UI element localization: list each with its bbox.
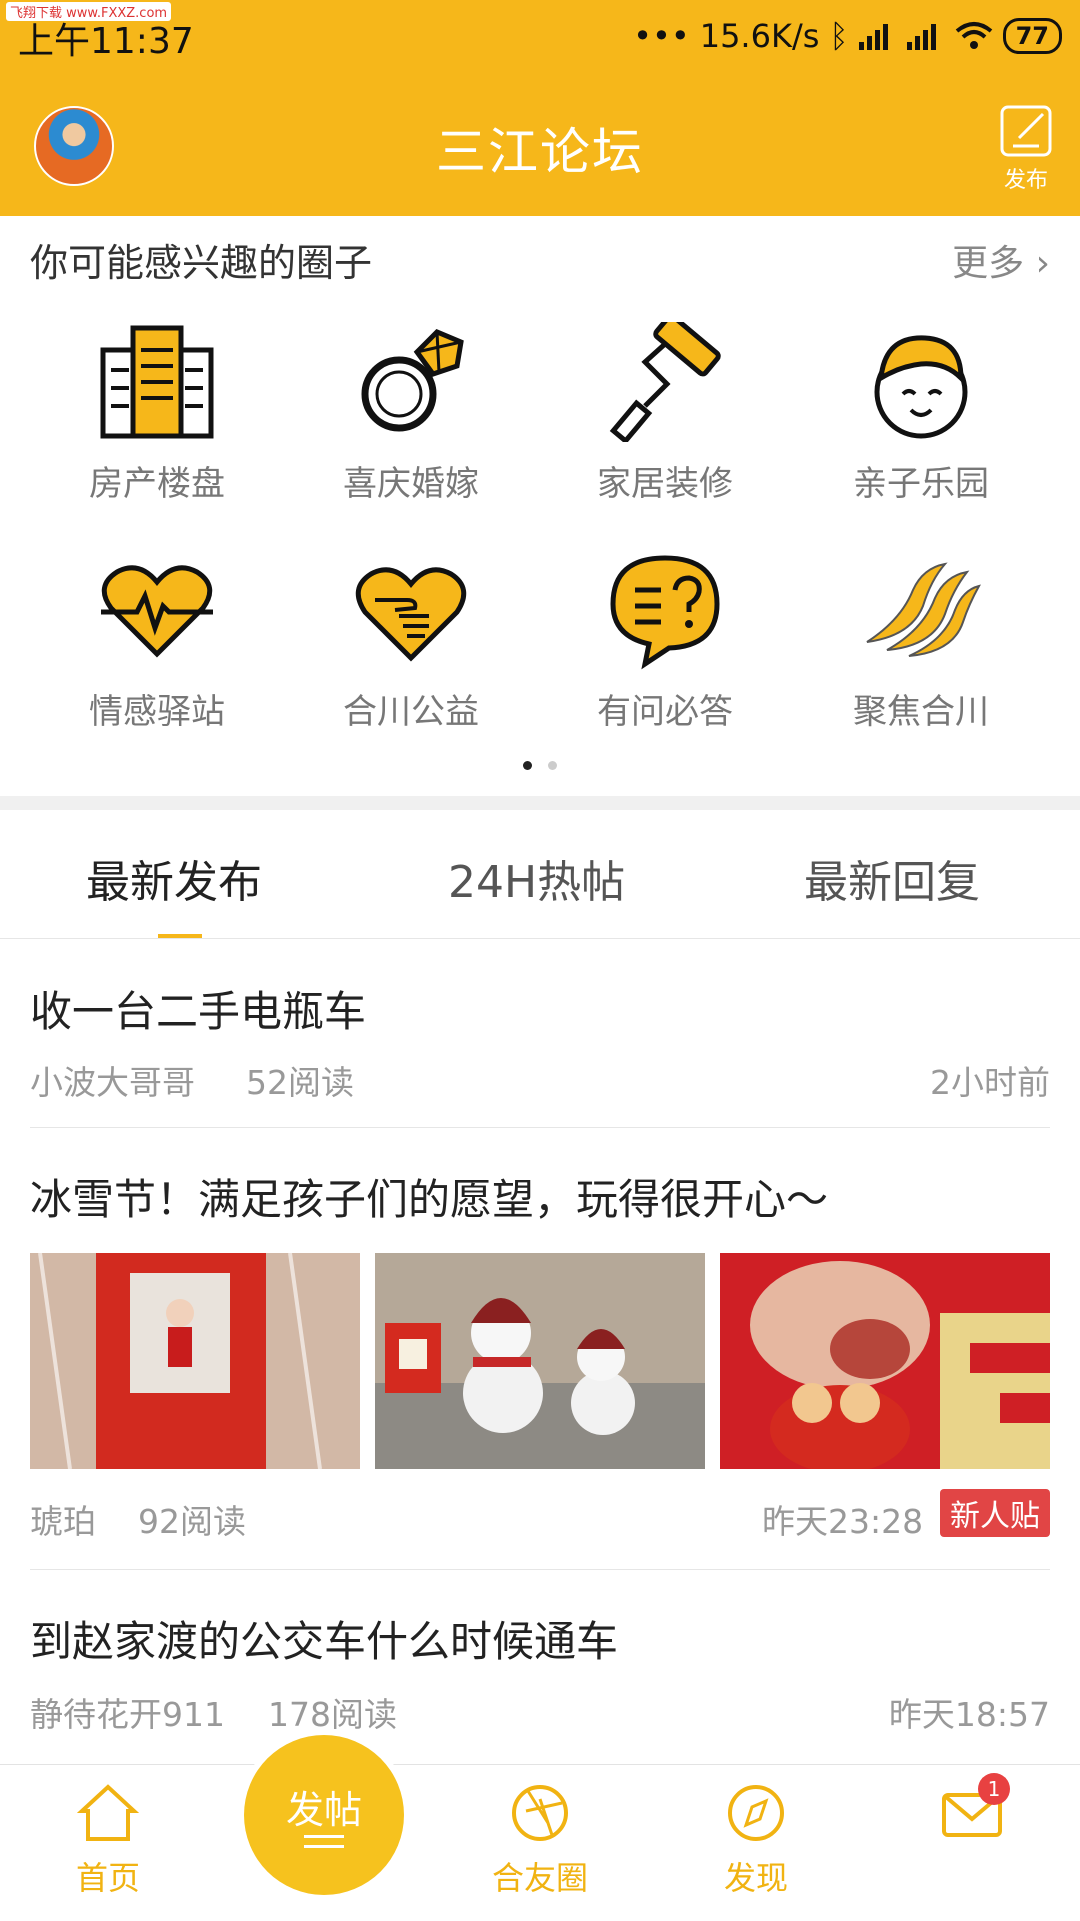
status-indicators: ••• 15.6K/s ᛒ 77 [633, 14, 1062, 58]
status-bar: 飞翔下载 www.FXXZ.com 上午11:37 ••• 15.6K/s ᛒ … [0, 0, 1080, 76]
post-image[interactable] [375, 1253, 705, 1469]
app-header: 三江论坛 发布 [0, 76, 1080, 216]
aperture-icon [512, 1785, 568, 1841]
post-reads: 52阅读 [246, 1063, 354, 1102]
more-dots-icon: ••• [633, 17, 690, 55]
circles-heading: 你可能感兴趣的圈子 [30, 241, 373, 285]
circle-label: 情感驿站 [89, 692, 225, 732]
wifi-icon [955, 22, 992, 49]
circle-label: 合川公益 [343, 692, 479, 732]
circle-label: 家居装修 [597, 464, 733, 504]
bottom-nav: 首页 合友圈 发现 1 [0, 1764, 1080, 1921]
nav-friends[interactable]: 合友圈 [470, 1783, 610, 1899]
nav-discover-label: 发现 [723, 1859, 788, 1897]
circle-item-home-decor[interactable]: 家居装修 [530, 322, 800, 505]
post-image[interactable] [720, 1253, 1050, 1469]
circle-item-qa[interactable]: 有问必答 [530, 550, 800, 733]
nav-home[interactable]: 首页 [38, 1783, 178, 1899]
post-reads: 92阅读 [138, 1502, 246, 1541]
page-title: 三江论坛 [436, 123, 644, 181]
circle-label: 房产楼盘 [89, 464, 225, 504]
battery-indicator: 77 [1002, 18, 1062, 54]
new-post-button[interactable]: 发帖 [244, 1735, 404, 1895]
circle-item-real-estate[interactable]: 房产楼盘 [22, 322, 292, 505]
question-bubble-icon [610, 555, 720, 670]
circle-label: 喜庆婚嫁 [343, 464, 479, 504]
chevron-right-icon: › [1024, 243, 1050, 284]
signal-icon-2 [906, 24, 936, 50]
nav-discover[interactable]: 发现 [686, 1783, 826, 1899]
new-user-badge: 新人贴 [940, 1489, 1050, 1537]
paint-roller-icon [609, 322, 721, 442]
circle-label: 亲子乐园 [853, 464, 989, 504]
tab-latest[interactable]: 最新发布 [86, 846, 262, 910]
divider [30, 1127, 1050, 1128]
nav-friends-label: 合友圈 [491, 1859, 588, 1897]
child-face-icon [874, 335, 968, 439]
home-icon [76, 1784, 140, 1841]
publish-button[interactable]: 发布 [996, 104, 1056, 194]
nav-messages[interactable]: 1 [902, 1773, 1042, 1853]
menu-lines-icon [304, 1835, 344, 1855]
post-time: 昨天23:28 [762, 1502, 924, 1541]
building-icon [100, 325, 214, 439]
new-post-label: 发帖 [285, 1788, 362, 1832]
network-speed: 15.6K/s [699, 17, 820, 55]
page-indicator [0, 755, 1080, 774]
post-time: 2小时前 [930, 1063, 1050, 1102]
heartbeat-icon [101, 565, 213, 658]
more-label: 更多 [952, 243, 1025, 284]
edit-icon [1000, 105, 1052, 157]
circle-item-emotion[interactable]: 情感驿站 [22, 550, 292, 733]
watermark-logo [912, 1859, 1072, 1915]
heart-hand-icon [355, 567, 467, 662]
more-link[interactable]: 更多 › [952, 234, 1050, 286]
circle-item-wedding[interactable]: 喜庆婚嫁 [276, 322, 546, 505]
circle-item-charity[interactable]: 合川公益 [276, 550, 546, 733]
signal-icon [858, 24, 888, 50]
circle-item-focus[interactable]: 聚焦合川 [786, 550, 1056, 733]
tab-latest-replies[interactable]: 最新回复 [804, 846, 980, 910]
post-title: 冰雪节！满足孩子们的愿望，玩得很开心～ [30, 1175, 829, 1224]
messages-badge: 1 [978, 1773, 1010, 1805]
post-author[interactable]: 琥珀 [30, 1495, 96, 1543]
bluetooth-icon: ᛒ [829, 17, 849, 55]
post-author[interactable]: 静待花开911 [30, 1688, 225, 1736]
compass-icon [728, 1785, 784, 1841]
page-dot-active [523, 761, 532, 770]
circle-label: 有问必答 [597, 692, 733, 732]
circle-item-parenting[interactable]: 亲子乐园 [786, 322, 1056, 505]
feed-tabs: 最新发布 24H热帖 最新回复 [0, 810, 1080, 939]
page-dot [548, 761, 557, 770]
divider [30, 1569, 1050, 1570]
ring-icon [361, 329, 464, 432]
tab-indicator [158, 934, 202, 938]
post-image[interactable] [30, 1253, 360, 1469]
post-title: 到赵家渡的公交车什么时候通车 [30, 1617, 619, 1666]
tab-hot-24h[interactable]: 24H热帖 [448, 846, 625, 910]
publish-label: 发布 [1003, 168, 1048, 193]
section-separator [0, 796, 1080, 810]
status-time: 上午11:37 [18, 21, 194, 62]
nav-home-label: 首页 [75, 1859, 140, 1897]
post-title: 收一台二手电瓶车 [30, 987, 367, 1036]
circle-label: 聚焦合川 [853, 692, 989, 732]
post-time: 昨天18:57 [888, 1695, 1050, 1734]
post-reads: 178阅读 [268, 1695, 397, 1734]
wave-logo-icon [866, 562, 981, 657]
post-author[interactable]: 小波大哥哥 [30, 1056, 195, 1104]
